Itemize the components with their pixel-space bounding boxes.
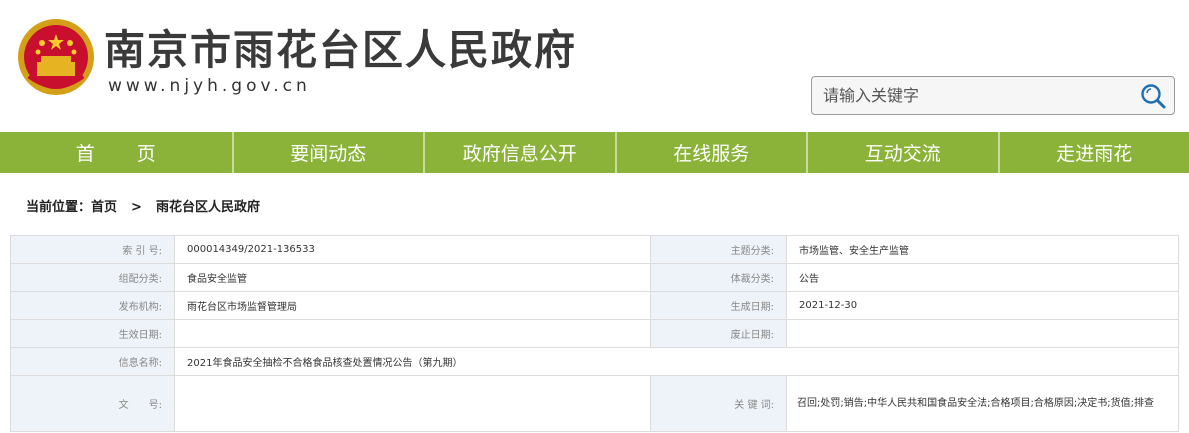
site-url: www.njyh.gov.cn [108,76,311,96]
nav-item-home[interactable]: 首页 [0,132,234,173]
table-row: 组配分类: 食品安全监管 体裁分类: 公告 [10,263,1179,292]
nav-item-interaction[interactable]: 互动交流 [808,132,1000,173]
name-label: 信息名称: [10,347,175,376]
main-nav: 首页 要闻动态 政府信息公开 在线服务 互动交流 走进雨花 [0,132,1189,173]
topic-label: 主题分类: [650,235,787,264]
table-row: 文 号: 关 键 词: 召回;处罚;销告;中华人民共和国食品安全法;合格项目;合… [10,375,1179,432]
publisher-value: 雨花台区市场监督管理局 [174,291,651,320]
doc-label: 文 号: [10,375,175,432]
index-value: 000014349/2021-136533 [174,235,651,264]
effective-value [174,319,651,348]
info-table: 索 引 号: 000014349/2021-136533 主题分类: 市场监管、… [10,235,1179,432]
expiry-label: 废止日期: [650,319,787,348]
name-value: 2021年食品安全抽检不合格食品核查处置情况公告（第九期） [174,347,1179,376]
table-row: 发布机构: 雨花台区市场监督管理局 生成日期: 2021-12-30 [10,291,1179,320]
national-emblem-icon[interactable] [15,16,97,98]
genre-label: 体裁分类: [650,263,787,292]
created-value: 2021-12-30 [786,291,1179,320]
expiry-value [786,319,1179,348]
breadcrumb-home-link[interactable]: 首页 [91,200,117,215]
effective-label: 生效日期: [10,319,175,348]
keywords-value: 召回;处罚;销告;中华人民共和国食品安全法;合格项目;合格原因;决定书;货值;排… [786,375,1179,432]
nav-item-about-yuhua[interactable]: 走进雨花 [1000,132,1189,173]
genre-value: 公告 [786,263,1179,292]
table-row: 信息名称: 2021年食品安全抽检不合格食品核查处置情况公告（第九期） [10,347,1179,376]
site-header: 南京市雨花台区人民政府 www.njyh.gov.cn [0,0,1189,132]
doc-value [174,375,651,432]
publisher-label: 发布机构: [10,291,175,320]
table-row: 生效日期: 废止日期: [10,319,1179,348]
table-row: 索 引 号: 000014349/2021-136533 主题分类: 市场监管、… [10,235,1179,264]
search-button[interactable] [1132,77,1174,114]
search-input[interactable] [812,77,1132,114]
search-icon [1141,83,1166,108]
nav-item-news[interactable]: 要闻动态 [234,132,425,173]
breadcrumb-current-link[interactable]: 雨花台区人民政府 [156,200,260,215]
keywords-label: 关 键 词: [650,375,787,432]
nav-item-online-service[interactable]: 在线服务 [617,132,808,173]
created-label: 生成日期: [650,291,787,320]
breadcrumb-separator: > [131,200,142,215]
breadcrumb: 当前位置：首页 > 雨花台区人民政府 [26,196,260,215]
nav-item-gov-info[interactable]: 政府信息公开 [425,132,617,173]
org-label: 组配分类: [10,263,175,292]
org-value: 食品安全监管 [174,263,651,292]
breadcrumb-prefix: 当前位置： [26,200,92,215]
topic-value: 市场监管、安全生产监管 [786,235,1179,264]
index-label: 索 引 号: [10,235,175,264]
site-title: 南京市雨花台区人民政府 [104,26,577,74]
search-box [811,76,1175,115]
